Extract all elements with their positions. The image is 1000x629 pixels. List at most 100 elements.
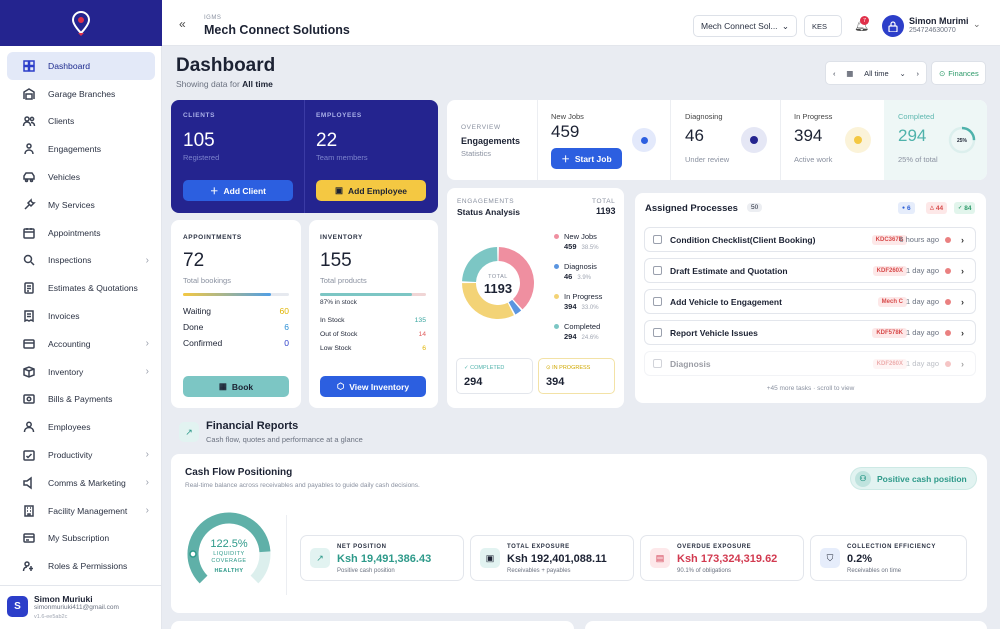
facility-icon [21, 503, 37, 519]
process-item[interactable]: Add Vehicle to Engagement Mech C1 day ago… [644, 289, 976, 314]
sidebar-item-my-services[interactable]: My Services [7, 191, 155, 219]
sidebar-item-dashboard[interactable]: Dashboard [7, 52, 155, 80]
status-total-label: TOTAL [592, 198, 616, 205]
diagnosing-label: Diagnosing [685, 112, 723, 121]
collapse-sidebar-icon[interactable]: « [179, 17, 186, 31]
sidebar-item-facility-management[interactable]: Facility Management › [7, 497, 155, 525]
currency-select[interactable]: KES [804, 15, 842, 37]
process-badge[interactable]: △ 44 [926, 202, 948, 214]
legend-percent: 3.9% [577, 275, 592, 281]
legend-value: 459 [564, 242, 577, 251]
legend-percent: 38.5% [581, 245, 599, 251]
in-progress-indicator [845, 127, 871, 153]
view-inventory-button[interactable]: ⬡ View Inventory [320, 376, 426, 397]
metric-caption: Receivables + payables [507, 568, 571, 574]
chevron-right-icon: › [145, 476, 149, 488]
sidebar-item-vehicles[interactable]: Vehicles [7, 163, 155, 191]
positive-cash-label: Positive cash position [877, 473, 967, 484]
sidebar-item-label: Bills & Payments [48, 394, 113, 405]
inventory-sub: Total products [320, 276, 367, 285]
process-tag: KDF260X [872, 265, 907, 276]
profile-avatar[interactable] [882, 15, 904, 37]
clients-employees-card: CLIENTS 105 Registered ＋ Add Client EMPLO… [171, 100, 438, 213]
process-badge[interactable]: ✓ 84 [954, 202, 976, 214]
shield-icon: ⛉ [820, 548, 840, 568]
completed-value: 294 [898, 126, 927, 145]
sidebar-item-bills-payments[interactable]: Bills & Payments [7, 386, 155, 414]
finances-button[interactable]: ⊙ Finances [931, 61, 986, 85]
process-checkbox[interactable] [653, 328, 662, 337]
sidebar-item-garage-branches[interactable]: Garage Branches [7, 80, 155, 108]
sidebar-item-appointments[interactable]: Appointments [7, 219, 155, 247]
sidebar-item-inventory[interactable]: Inventory › [7, 358, 155, 386]
process-item[interactable]: Draft Estimate and Quotation KDF260X 1 day… [644, 258, 976, 283]
chevron-right-icon[interactable]: › [961, 297, 964, 307]
process-item[interactable]: Report Vehicle Issues KDF578K 1 day ago › [644, 320, 976, 345]
header-user-name: Simon Murimi [909, 16, 969, 26]
chevron-right-icon[interactable]: › [961, 359, 964, 369]
sidebar-item-my-subscription[interactable]: My Subscription [7, 525, 155, 553]
sidebar-item-label: Inventory [48, 366, 84, 377]
add-employee-button[interactable]: ▣ Add Employee [316, 180, 426, 201]
start-job-button[interactable]: ＋ Start Job [551, 148, 622, 169]
sidebar-item-productivity[interactable]: Productivity › [7, 441, 155, 469]
sidebar-item-comms-marketing[interactable]: Comms & Marketing › [7, 469, 155, 497]
process-status-dot [945, 298, 951, 305]
chevron-right-icon: › [145, 365, 149, 377]
briefcase-icon: ▣ [334, 185, 343, 195]
employees-icon [21, 419, 37, 435]
sidebar-item-clients[interactable]: Clients [7, 108, 155, 136]
process-badge[interactable]: ● 6 [898, 202, 915, 214]
chevron-right-icon[interactable]: › [961, 328, 964, 338]
legend-value-row: 394 33.0% [564, 302, 599, 311]
cash-icon: ⚇ [855, 470, 871, 487]
sidebar-item-accounting[interactable]: Accounting › [7, 330, 155, 358]
sidebar-item-engagements[interactable]: Engagements [7, 135, 155, 163]
prev-range-icon[interactable]: ‹ [833, 69, 836, 78]
next-range-icon[interactable]: › [916, 69, 919, 78]
financial-reports-sub: Cash flow, quotes and performance at a g… [206, 435, 363, 444]
legend-swatch [554, 324, 559, 329]
sidebar-item-roles-permissions[interactable]: Roles & Permissions [7, 552, 155, 580]
metric-value: 0.2% [847, 553, 873, 565]
more-tasks-note: +45 more tasks · scroll to view [766, 385, 855, 392]
legend-name: New Jobs [564, 232, 597, 241]
process-tag: Mech C [877, 296, 907, 307]
sidebar-item-label: Accounting [48, 338, 91, 349]
gauge-label-1: LIQUIDITY [213, 551, 245, 557]
metric-label: OVERDUE EXPOSURE [677, 544, 752, 550]
chevron-right-icon[interactable]: › [961, 266, 964, 276]
process-item[interactable]: Diagnosis KDF260X 1 day ago › [644, 351, 976, 376]
badge-icon: ● [902, 205, 906, 211]
sidebar-item-inspections[interactable]: Inspections › [7, 247, 155, 275]
add-client-button[interactable]: ＋ Add Client [183, 180, 293, 201]
sidebar-item-employees[interactable]: Employees [7, 413, 155, 441]
employees-label: EMPLOYEES [316, 112, 362, 119]
showing-value: All time [242, 79, 273, 89]
process-checkbox[interactable] [653, 297, 662, 306]
appointments-progress-fill [183, 293, 271, 296]
sidebar-item-label: Engagements [48, 144, 102, 155]
process-checkbox[interactable] [653, 359, 662, 368]
sidebar-item-invoices[interactable]: Invoices [7, 302, 155, 330]
completed-progress-ring: 25% [948, 126, 976, 154]
completed-summary-value: 294 [464, 376, 483, 388]
add-employee-label: Add Employee [347, 185, 408, 196]
process-name: Add Vehicle to Engagement [670, 296, 782, 307]
assigned-processes-card: Assigned Processes 50 ● 6 △ 44 ✓ 84 Condition… [635, 193, 986, 403]
in-progress-summary-text: IN PROGRESS [552, 365, 591, 371]
book-button[interactable]: ▦ Book [183, 376, 289, 397]
branch-select[interactable]: Mech Connect Sol... ⌄ [693, 15, 797, 37]
legend-value-row: 294 24.6% [564, 332, 599, 341]
legend-value: 294 [564, 332, 577, 341]
breakdown-label: Low Stock [320, 345, 352, 352]
profile-chevron-icon[interactable]: ⌄ [973, 19, 981, 30]
process-checkbox[interactable] [653, 235, 662, 244]
process-checkbox[interactable] [653, 266, 662, 275]
process-item[interactable]: Condition Checklist(Client Booking) KDC36… [644, 227, 976, 252]
sidebar-item-estimates-quotations[interactable]: Estimates & Quotations [7, 274, 155, 302]
chevron-right-icon[interactable]: › [961, 235, 964, 245]
currency-value: KES [812, 21, 828, 31]
exposure-icon: ▣ [480, 548, 500, 568]
date-range-picker[interactable]: ‹ ▦ All time ⌄ › [825, 61, 927, 85]
